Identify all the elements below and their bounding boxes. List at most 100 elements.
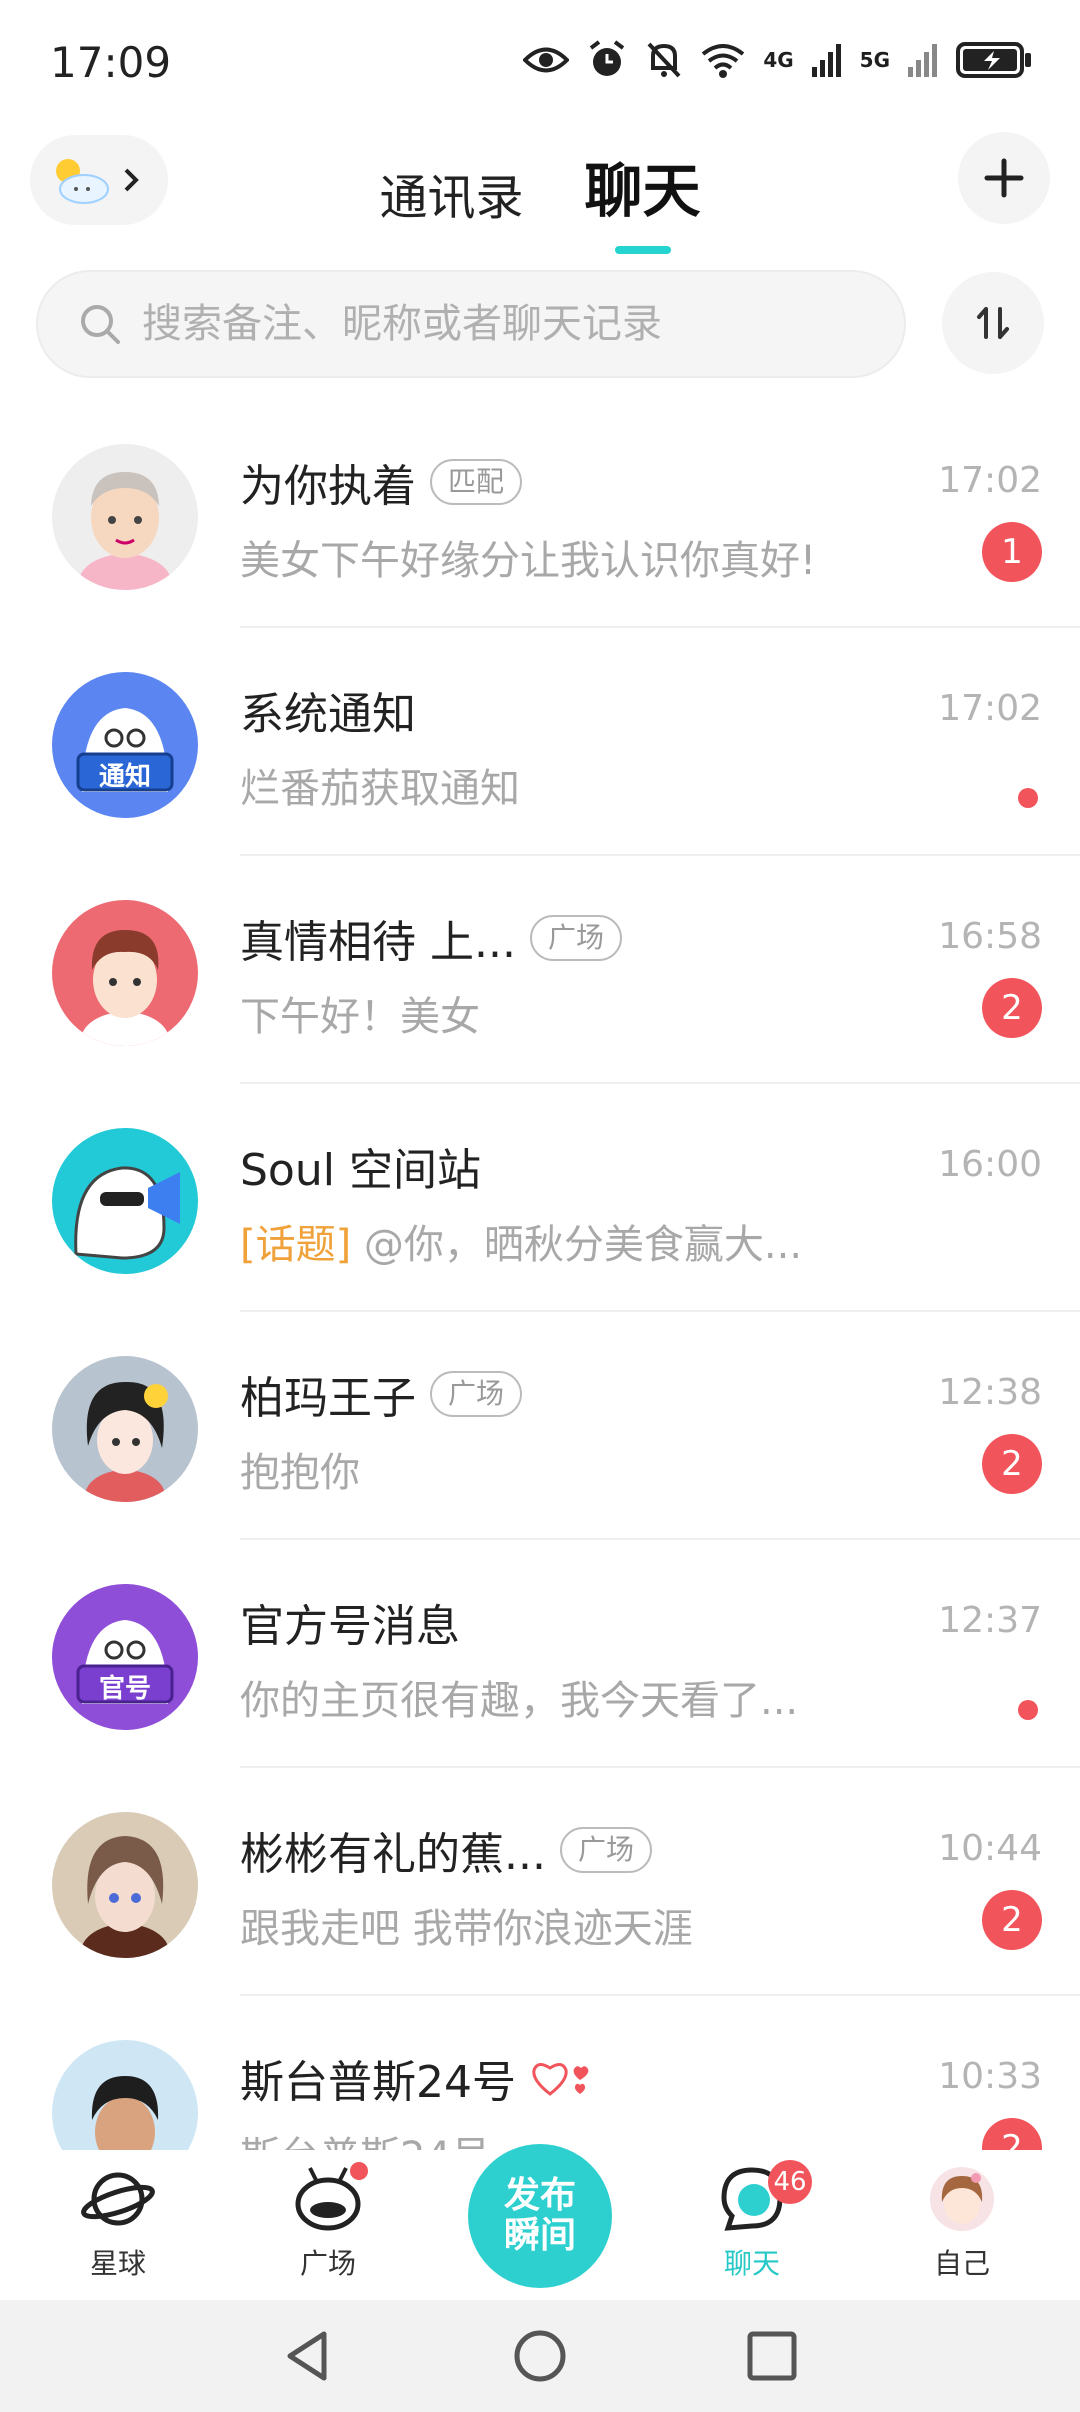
nav-unread-dot [350,2162,368,2180]
chat-time: 10:33 [938,2056,1042,2097]
chat-tag: 匹配 [430,459,523,505]
chat-preview: 你的主页很有趣，我今天看了... [240,1678,799,1724]
nav-label: 星球 [89,2247,146,2280]
nav-label: 聊天 [723,2247,780,2280]
chat-row[interactable]: 为你执着 匹配 美女下午好缘分让我认识你真好! 17:02 1 [0,400,1080,628]
chat-time: 17:02 [938,688,1042,729]
chat-time: 10:44 [938,1828,1042,1869]
unread-badge: 1 [982,522,1042,582]
chat-time: 12:38 [938,1372,1042,1413]
mute-icon [647,42,681,78]
nav-planet[interactable]: 星球 [48,2164,188,2282]
publish-label-line2: 瞬间 [503,2215,576,2256]
publish-moment-button[interactable]: 发布 瞬间 [468,2144,612,2288]
nav-profile[interactable]: 自己 [892,2164,1032,2282]
chat-preview: 美女下午好缘分让我认识你真好! [240,538,817,584]
chat-tag: 广场 [430,1371,523,1417]
planet-icon [81,2172,155,2226]
nav-label: 广场 [299,2247,356,2280]
chat-row[interactable]: 真情相待 上... 广场 下午好！美女 16:58 2 [0,856,1080,1084]
eye-icon [523,47,570,73]
profile-icon [930,2167,994,2231]
avatar [52,1812,198,1958]
status-icons: 4G 5G [523,40,1032,80]
chat-row[interactable]: 彬彬有礼的蕉... 广场 跟我走吧 我带你浪迹天涯 10:44 2 [0,1768,1080,1996]
system-nav-bar [0,2300,1080,2412]
heart-icon [532,2063,589,2096]
network-5g-label: 5G [859,48,890,72]
chat-tag: 广场 [559,1827,652,1873]
unread-badge: 2 [982,978,1042,1038]
signal-icon [811,44,841,77]
alarm-icon [590,40,625,76]
chat-preview: 抱抱你 [240,1450,360,1496]
tab-contacts[interactable]: 通讯录 [379,158,523,228]
chat-preview: 烂番茄获取通知 [240,766,520,812]
avatar: 官号 [52,1584,198,1730]
chat-row[interactable]: Soul 空间站 [话题] @你，晒秋分美食赢大... 16:00 [0,1084,1080,1312]
chat-preview-text: @你，晒秋分美食赢大... [351,1222,803,1268]
tab-active-indicator [614,246,671,254]
search-bar[interactable] [36,270,906,378]
chat-row[interactable]: 通知 系统通知 烂番茄获取通知 17:02 [0,628,1080,856]
back-icon[interactable] [280,2328,336,2384]
nav-chat[interactable]: 46 聊天 [682,2160,822,2282]
avatar-text: 官号 [98,1674,151,1704]
nav-label: 自己 [933,2247,990,2280]
chat-name: 为你执着 [240,461,416,512]
search-icon [81,305,120,344]
chat-name: 斯台普斯24号 [240,2057,516,2108]
chat-preview: 斯台普斯24号... [240,2124,900,2150]
unread-dot [1018,788,1038,808]
chat-row[interactable]: 官号 官方号消息 你的主页很有趣，我今天看了... 12:37 [0,1540,1080,1768]
avatar [52,444,198,590]
nav-square[interactable]: 广场 [258,2162,398,2282]
avatar [52,2040,198,2150]
avatar-text: 通知 [98,762,151,792]
avatar [52,1356,198,1502]
recents-icon[interactable] [744,2328,800,2384]
chat-preview: 下午好！美女 [240,994,480,1040]
unread-badge: 2 [982,2118,1042,2150]
tab-chat-label: 聊天 [584,157,701,225]
unread-dot [1018,1700,1038,1720]
unread-badge: 2 [982,1890,1042,1950]
publish-label-line1: 发布 [503,2175,576,2216]
network-4g-label: 4G [763,48,794,72]
sort-button[interactable] [942,272,1044,374]
chat-list: 为你执着 匹配 美女下午好缘分让我认识你真好! 17:02 1 通知 系统通知 … [0,400,1080,2150]
unread-badge: 2 [982,1434,1042,1494]
add-button[interactable] [958,132,1050,224]
chat-unread-badge: 46 [768,2160,812,2204]
topic-label: [话题] [240,1222,352,1268]
avatar [52,1128,198,1274]
chat-name: Soul 空间站 [240,1145,481,1196]
avatar [52,900,198,1046]
chat-name: 真情相待 上... [240,917,516,968]
chat-row[interactable]: 柏玛王子 广场 抱抱你 12:38 2 [0,1312,1080,1540]
chat-preview: 跟我走吧 我带你浪迹天涯 [240,1906,693,1952]
top-header: 通讯录 聊天 [0,130,1080,254]
home-icon[interactable] [512,2328,568,2384]
battery-icon [956,42,1031,78]
tab-chat[interactable]: 聊天 [584,144,701,254]
avatar: 通知 [52,672,198,818]
chat-time: 12:37 [938,1600,1042,1641]
plus-icon [984,158,1024,198]
search-input[interactable] [140,300,884,348]
chat-row[interactable]: 斯台普斯24号 斯台普斯24号... 10:33 2 [0,1996,1080,2150]
chat-name: 系统通知 [240,689,416,740]
chat-time: 17:02 [938,460,1042,501]
chat-name: 柏玛王子 [240,1373,416,1424]
signal-icon [908,44,937,77]
chat-preview: [话题] @你，晒秋分美食赢大... [240,1212,900,1270]
chat-time: 16:58 [938,916,1042,957]
sort-arrows-icon [977,307,1009,339]
bottom-nav: 星球 广场 发布 瞬间 46 聊天 自己 [0,2144,1080,2300]
status-bar: 17:09 4G 5G [0,0,1080,130]
chat-time: 16:00 [938,1144,1042,1185]
chat-tag: 广场 [529,915,622,961]
chat-name: 彬彬有礼的蕉... [240,1829,546,1880]
status-time: 17:09 [50,38,172,87]
wifi-icon [702,44,745,78]
